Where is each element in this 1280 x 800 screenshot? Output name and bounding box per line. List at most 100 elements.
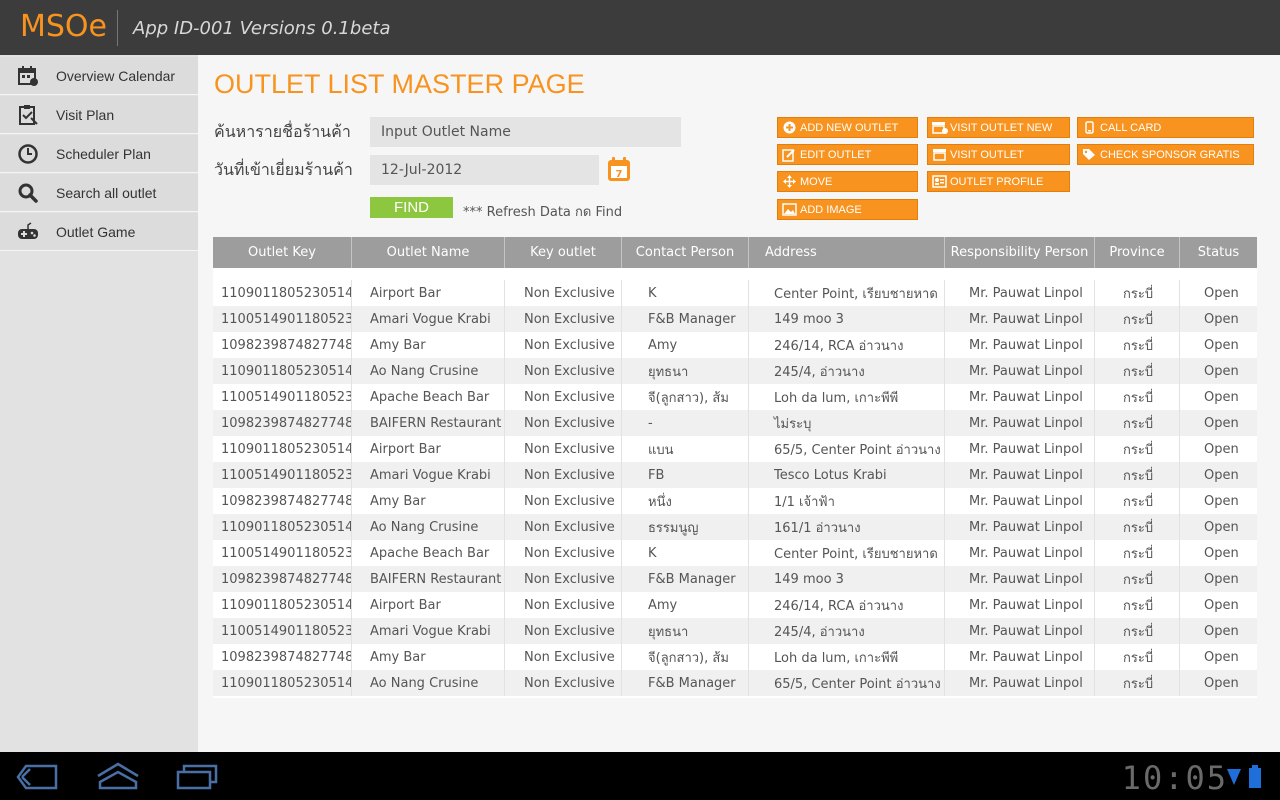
column-header[interactable]: Outlet Name: [352, 237, 505, 268]
column-header[interactable]: Responsibility Person: [945, 237, 1095, 268]
column-header[interactable]: Province: [1095, 237, 1180, 268]
cell-outlet-name: Apache Beach Bar: [352, 384, 505, 410]
table-row[interactable]: 1109011805230514 Ao Nang Crusine Non Exclu…: [213, 358, 1257, 384]
button-label: CALL CARD: [1100, 121, 1162, 134]
cell-outlet-name: Amy Bar: [352, 332, 505, 358]
cell-outlet-key: 1098239874827748: [213, 488, 352, 514]
move-button[interactable]: MOVE: [777, 171, 918, 192]
cell-responsibility-person: Mr. Pauwat Linpol: [945, 592, 1095, 618]
sidebar-item-overview-calendar[interactable]: Overview Calendar: [0, 57, 198, 95]
cell-contact-person: -: [622, 410, 749, 436]
cell-province: กระบี่: [1095, 436, 1180, 462]
cell-outlet-name: BAIFERN Restaurant: [352, 566, 505, 592]
refresh-note: *** Refresh Data กด Find: [463, 205, 623, 220]
table-row[interactable]: 1098239874827748 BAIFERN Restaurant Non Ex…: [213, 566, 1257, 592]
table-row[interactable]: 1100514901180523 Apache Beach Bar Non Excl…: [213, 384, 1257, 410]
table-row[interactable]: 1109011805230514 Airport Bar Non Exclusive…: [213, 592, 1257, 618]
column-header[interactable]: Outlet Key: [213, 237, 352, 268]
recent-apps-icon[interactable]: [176, 764, 218, 794]
cell-responsibility-person: Mr. Pauwat Linpol: [945, 644, 1095, 670]
cell-outlet-key: 1098239874827748: [213, 332, 352, 358]
visit-outlet-new-button[interactable]: VISIT OUTLET NEW: [927, 117, 1070, 138]
table-row[interactable]: 1098239874827748 Amy Bar Non Exclusive Amy 2…: [213, 332, 1257, 358]
table-row[interactable]: 1109011805230514 Airport Bar Non Exclusive…: [213, 436, 1257, 462]
cell-outlet-name: Apache Beach Bar: [352, 540, 505, 566]
visit-date-field[interactable]: 12-Jul-2012: [370, 155, 599, 185]
cell-outlet-name: Ao Nang Crusine: [352, 358, 505, 384]
cell-address: Center Point, เรียบชายหาด: [749, 280, 945, 306]
cell-responsibility-person: Mr. Pauwat Linpol: [945, 462, 1095, 488]
table-row[interactable]: 1100514901180523 Amari Vogue Krabi Non Exc…: [213, 618, 1257, 644]
button-label: EDIT OUTLET: [800, 148, 872, 161]
table-row[interactable]: 1100514901180523 Apache Beach Bar Non Excl…: [213, 540, 1257, 566]
cell-address: 65/5, Center Point อ่าวนาง: [749, 436, 945, 462]
table-row[interactable]: 1109011805230514 Ao Nang Crusine Non Exclu…: [213, 514, 1257, 540]
column-header[interactable]: Status: [1180, 237, 1257, 268]
sidebar-item-label: Overview Calendar: [56, 67, 176, 84]
table-row[interactable]: 1098239874827748 Amy Bar Non Exclusive จี(ล…: [213, 644, 1257, 670]
cell-contact-person: ธรรมนูญ: [622, 514, 749, 540]
calendar-icon[interactable]: 7: [607, 156, 631, 186]
sidebar-item-search-all-outlet[interactable]: Search all outlet: [0, 174, 198, 212]
cell-key-outlet: Non Exclusive: [505, 618, 622, 644]
cell-responsibility-person: Mr. Pauwat Linpol: [945, 306, 1095, 332]
table-row[interactable]: 1098239874827748 Amy Bar Non Exclusive หนึ่…: [213, 488, 1257, 514]
edit-outlet-button[interactable]: EDIT OUTLET: [777, 144, 918, 165]
cell-responsibility-person: Mr. Pauwat Linpol: [945, 618, 1095, 644]
table-row[interactable]: 1109011805230514 Airport Bar Non Exclusive…: [213, 280, 1257, 306]
cell-status: Open: [1204, 311, 1239, 327]
cell-outlet-key: 1098239874827748: [213, 410, 352, 436]
cell-responsibility-person: Mr. Pauwat Linpol: [945, 670, 1095, 696]
sidebar-item-outlet-game[interactable]: Outlet Game: [0, 213, 198, 251]
gamepad-icon: [0, 213, 56, 251]
cell-contact-person: F&B Manager: [622, 306, 749, 332]
sidebar-item-label: Search all outlet: [56, 184, 157, 201]
cell-contact-person: K: [622, 280, 749, 306]
cell-responsibility-person: Mr. Pauwat Linpol: [945, 514, 1095, 540]
sidebar-item-scheduler-plan[interactable]: Scheduler Plan: [0, 135, 198, 173]
battery-icon: [1248, 765, 1262, 793]
cell-address: Tesco Lotus Krabi: [749, 462, 945, 488]
search-icon: [0, 174, 56, 212]
table-row[interactable]: 1098239874827748 BAIFERN Restaurant Non Ex…: [213, 410, 1257, 436]
back-icon[interactable]: [16, 764, 58, 794]
sidebar-item-visit-plan[interactable]: Visit Plan: [0, 96, 198, 134]
cell-outlet-name: Airport Bar: [352, 592, 505, 618]
cell-address: 149 moo 3: [749, 306, 945, 332]
home-icon[interactable]: [96, 762, 140, 794]
column-header[interactable]: Address: [749, 237, 945, 268]
column-header[interactable]: Contact Person: [622, 237, 749, 268]
cell-outlet-key: 1109011805230514: [213, 670, 352, 696]
visit-outlet-button[interactable]: VISIT OUTLET: [927, 144, 1070, 165]
cell-outlet-key: 1109011805230514: [213, 514, 352, 540]
cell-address: 149 moo 3: [749, 566, 945, 592]
cell-key-outlet: Non Exclusive: [505, 410, 622, 436]
cell-key-outlet: Non Exclusive: [505, 358, 622, 384]
cell-contact-person: ยุทธนา: [622, 618, 749, 644]
tag-icon: [1078, 148, 1100, 161]
outlet-name-input[interactable]: Input Outlet Name: [370, 117, 681, 147]
outlet-profile-button[interactable]: OUTLET PROFILE: [927, 171, 1070, 192]
add-new-outlet-button[interactable]: ADD NEW OUTLET: [777, 117, 918, 138]
table-row[interactable]: 1100514901180523 Amari Vogue Krabi Non Exc…: [213, 462, 1257, 488]
cell-key-outlet: Non Exclusive: [505, 280, 622, 306]
add-image-button[interactable]: ADD IMAGE: [777, 199, 918, 220]
clipboard-icon: [0, 96, 56, 134]
table-row[interactable]: 1109011805230514 Ao Nang Crusine Non Exclu…: [213, 670, 1257, 696]
sidebar-item-label: Outlet Game: [56, 223, 136, 240]
table-row[interactable]: 1100514901180523 Amari Vogue Krabi Non Exc…: [213, 306, 1257, 332]
sidebar-item-label: Scheduler Plan: [56, 145, 151, 162]
phone-icon: [1078, 121, 1100, 134]
cell-status: Open: [1204, 415, 1239, 431]
cell-province: กระบี่: [1095, 358, 1180, 384]
find-button[interactable]: FIND: [370, 197, 453, 218]
check-sponsor-gratis-button[interactable]: CHECK SPONSOR GRATIS: [1077, 144, 1254, 165]
column-header[interactable]: Key outlet: [505, 237, 622, 268]
cell-province: กระบี่: [1095, 566, 1180, 592]
image-icon: [778, 203, 800, 216]
call-card-button[interactable]: CALL CARD: [1077, 117, 1254, 138]
cell-address: 246/14, RCA อ่าวนาง: [749, 332, 945, 358]
cell-address: 246/14, RCA อ่าวนาง: [749, 592, 945, 618]
cell-responsibility-person: Mr. Pauwat Linpol: [945, 540, 1095, 566]
cell-outlet-key: 1100514901180523: [213, 306, 352, 332]
